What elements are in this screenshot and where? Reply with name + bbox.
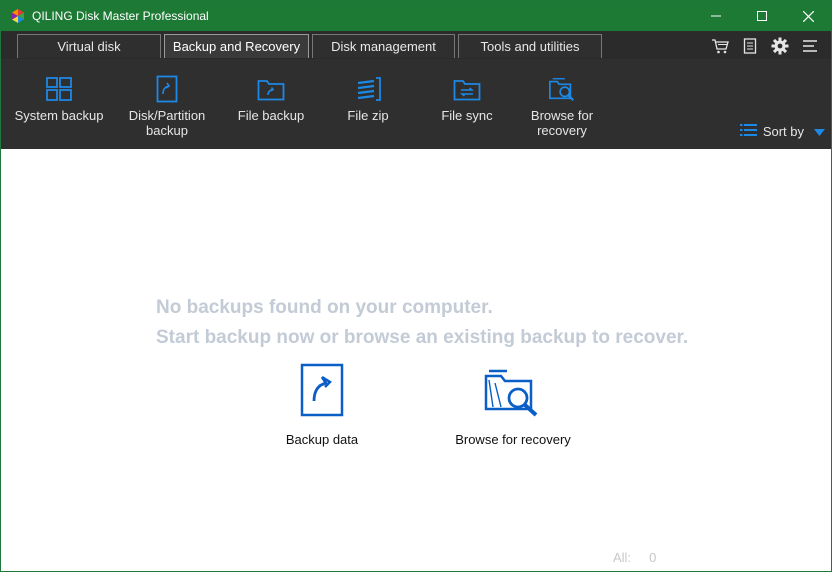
file-zip-button[interactable]: File zip <box>323 59 413 149</box>
folder-icon <box>257 75 285 103</box>
folder-search-icon <box>548 75 576 103</box>
backup-list-area: No backups found on your computer. Start… <box>1 149 831 571</box>
sync-folder-icon <box>453 75 481 103</box>
sort-by-button[interactable]: Sort by <box>739 123 825 140</box>
tab-tools-and-utilities[interactable]: Tools and utilities <box>458 34 602 58</box>
disk-backup-icon <box>153 75 181 103</box>
app-logo-icon <box>11 9 25 23</box>
document-icon[interactable] <box>737 35 763 57</box>
title-bar: QILING Disk Master Professional <box>1 1 831 31</box>
tab-backup-and-recovery[interactable]: Backup and Recovery <box>164 34 309 58</box>
browse-for-recovery-button[interactable]: Browse for recovery <box>447 363 579 447</box>
backup-data-icon <box>299 363 345 422</box>
app-window: QILING Disk Master Professional Virtual … <box>0 0 832 572</box>
file-backup-button[interactable]: File backup <box>223 59 319 149</box>
close-button[interactable] <box>785 1 831 31</box>
maximize-button[interactable] <box>739 1 785 31</box>
top-tools <box>707 35 823 57</box>
sort-by-label: Sort by <box>762 124 804 139</box>
browse-recovery-icon <box>483 363 543 422</box>
disk-partition-backup-button[interactable]: Disk/Partition backup <box>119 59 215 149</box>
backup-data-button[interactable]: Backup data <box>271 363 373 447</box>
maximize-icon <box>757 11 767 21</box>
disk-partition-backup-label: Disk/Partition backup <box>128 108 206 138</box>
file-sync-button[interactable]: File sync <box>421 59 513 149</box>
tab-bar: Virtual disk Backup and Recovery Disk ma… <box>1 31 831 59</box>
window-title: QILING Disk Master Professional <box>32 9 209 23</box>
system-backup-button[interactable]: System backup <box>9 59 109 149</box>
chevron-down-icon <box>814 124 825 139</box>
tab-virtual-disk[interactable]: Virtual disk <box>17 34 161 58</box>
all-count: 0 <box>649 550 657 565</box>
browse-for-recovery-toolbar-button[interactable]: Browse for recovery <box>515 59 609 149</box>
system-backup-label: System backup <box>14 108 104 123</box>
toolbar: System backup Disk/Partition backup File… <box>1 59 831 149</box>
menu-icon[interactable] <box>797 35 823 57</box>
backup-count: All: 0 <box>613 550 656 565</box>
file-zip-label: File zip <box>347 108 389 123</box>
tab-disk-management[interactable]: Disk management <box>312 34 455 58</box>
cart-icon[interactable] <box>707 35 733 57</box>
minimize-icon <box>711 15 721 17</box>
file-backup-label: File backup <box>237 108 305 123</box>
backup-data-label: Backup data <box>285 432 359 447</box>
window-controls <box>693 1 831 31</box>
browse-for-recovery-action-label: Browse for recovery <box>455 432 571 447</box>
browse-for-recovery-label: Browse for recovery <box>530 108 594 138</box>
file-sync-label: File sync <box>441 108 493 123</box>
all-label: All: <box>613 550 632 565</box>
empty-state-title: No backups found on your computer. <box>156 297 493 318</box>
zip-icon <box>354 75 382 103</box>
windows-icon <box>45 75 73 103</box>
empty-state-subtitle: Start backup now or browse an existing b… <box>156 327 689 348</box>
list-icon <box>739 123 757 140</box>
close-icon <box>802 10 814 22</box>
gear-icon[interactable] <box>767 35 793 57</box>
minimize-button[interactable] <box>693 1 739 31</box>
